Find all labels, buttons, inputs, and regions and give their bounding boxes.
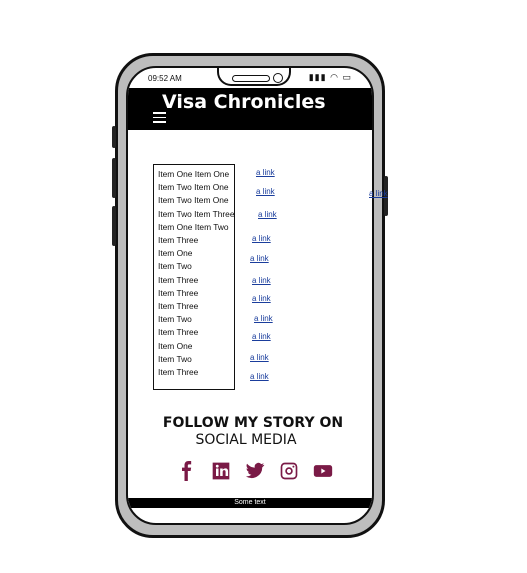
- phone-frame: 09:52 AM ▮▮▮ ◠ ▭ Visa Chronicles Item On…: [112, 53, 388, 538]
- menu-item[interactable]: Item One Item One: [158, 168, 234, 181]
- menu-item[interactable]: Item Three: [158, 234, 234, 247]
- phone-screen: 09:52 AM ▮▮▮ ◠ ▭ Visa Chronicles Item On…: [126, 66, 374, 525]
- list-link[interactable]: a link: [256, 168, 275, 177]
- instagram-icon[interactable]: [278, 460, 300, 482]
- footer-bar: Some text: [128, 498, 372, 508]
- facebook-icon[interactable]: [176, 460, 198, 482]
- twitter-icon[interactable]: [244, 460, 266, 482]
- menu-item[interactable]: Item One Item Two: [158, 221, 234, 234]
- list-link[interactable]: a link: [252, 276, 271, 285]
- list-link[interactable]: a link: [250, 254, 269, 263]
- hamburger-menu-icon[interactable]: [153, 112, 166, 124]
- list-link[interactable]: a link: [250, 353, 269, 362]
- menu-item[interactable]: Item Three: [158, 287, 234, 300]
- menu-list: Item One Item One Item Two Item One Item T…: [153, 164, 235, 390]
- volume-down-button: [112, 206, 116, 246]
- menu-item[interactable]: Item Two Item One: [158, 194, 234, 207]
- menu-item[interactable]: Item Three: [158, 274, 234, 287]
- status-time: 09:52 AM: [148, 74, 182, 83]
- menu-item[interactable]: Item Two: [158, 353, 234, 366]
- social-links: [176, 460, 334, 482]
- menu-item[interactable]: Item One: [158, 247, 234, 260]
- follow-subheading: SOCIAL MEDIA: [195, 432, 297, 448]
- list-link[interactable]: a link: [250, 372, 269, 381]
- list-link[interactable]: a link: [258, 210, 277, 219]
- list-link[interactable]: a link: [252, 234, 271, 243]
- menu-item[interactable]: Item Three: [158, 366, 234, 379]
- overflow-link[interactable]: a link: [369, 189, 388, 198]
- list-link[interactable]: a link: [256, 187, 275, 196]
- front-camera: [273, 73, 283, 83]
- status-icons: ▮▮▮ ◠ ▭: [309, 72, 352, 83]
- follow-heading: FOLLOW MY STORY ON: [162, 415, 344, 431]
- menu-item[interactable]: Item Two: [158, 260, 234, 273]
- youtube-icon[interactable]: [312, 460, 334, 482]
- menu-item[interactable]: Item Three: [158, 300, 234, 313]
- wifi-icon: ◠: [330, 72, 339, 82]
- menu-item[interactable]: Item Two: [158, 313, 234, 326]
- footer-text: Some text: [234, 499, 266, 506]
- menu-item[interactable]: Item Two Item Three: [158, 208, 235, 221]
- menu-item[interactable]: Item One: [158, 340, 234, 353]
- list-link[interactable]: a link: [252, 332, 271, 341]
- linkedin-icon[interactable]: [210, 460, 232, 482]
- menu-item[interactable]: Item Three: [158, 326, 234, 339]
- battery-icon: ▭: [342, 72, 352, 82]
- site-header: Visa Chronicles: [128, 88, 372, 130]
- follow-section: FOLLOW MY STORY ON SOCIAL MEDIA: [128, 415, 372, 448]
- list-link[interactable]: a link: [252, 294, 271, 303]
- menu-item[interactable]: Item Two Item One: [158, 181, 234, 194]
- volume-up-button: [112, 158, 116, 198]
- mute-switch: [112, 126, 116, 148]
- speaker-grille: [232, 75, 270, 82]
- signal-icon: ▮▮▮: [308, 72, 327, 82]
- brand-title[interactable]: Visa Chronicles: [162, 91, 326, 113]
- list-link[interactable]: a link: [254, 314, 273, 323]
